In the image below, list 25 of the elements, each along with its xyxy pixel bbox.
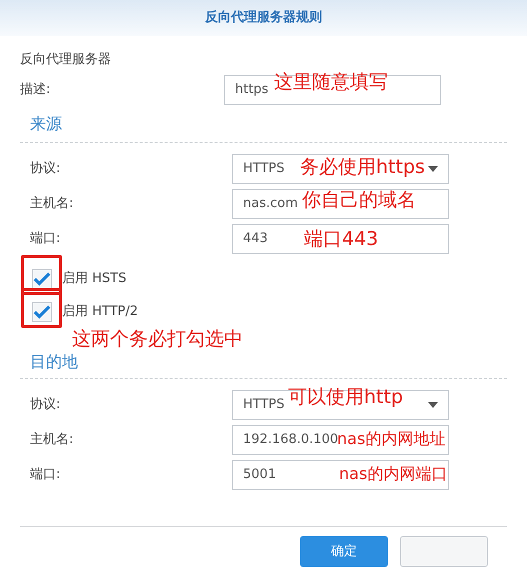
dropdown-caret-icon xyxy=(428,166,438,172)
window-title: 反向代理服务器规则 xyxy=(205,9,322,28)
group-heading: 来源 xyxy=(30,114,62,133)
annotation-text: 你自己的域名 xyxy=(302,190,416,210)
checkmark-icon xyxy=(33,270,51,286)
section-title: 反向代理服务器 xyxy=(20,52,111,67)
field-label: 描述: xyxy=(20,81,52,100)
annotation-text: 这里随意填写 xyxy=(274,73,388,92)
field-label: 端口: xyxy=(30,230,62,248)
annotation-text: 端口443 xyxy=(304,230,378,248)
checkbox[interactable] xyxy=(32,302,52,322)
field-label: 协议: xyxy=(30,396,62,414)
group-heading: 目的地 xyxy=(30,352,78,371)
annotation-text: 这两个务必打勾选中 xyxy=(72,328,243,350)
field-label: 主机名: xyxy=(30,430,74,449)
field-label: 端口: xyxy=(30,466,62,484)
annotation-text: nas的内网端口 xyxy=(339,466,448,482)
annotation-text: 可以使用http xyxy=(288,388,404,406)
annotation-text: nas的内网地址 xyxy=(337,430,446,446)
checkmark-icon xyxy=(33,304,51,320)
field-label: 协议: xyxy=(30,160,62,178)
field-label: 主机名: xyxy=(30,194,74,213)
checkbox[interactable] xyxy=(32,268,52,288)
annotation-text: 务必使用https xyxy=(300,158,425,176)
dropdown-caret-icon xyxy=(428,402,438,408)
